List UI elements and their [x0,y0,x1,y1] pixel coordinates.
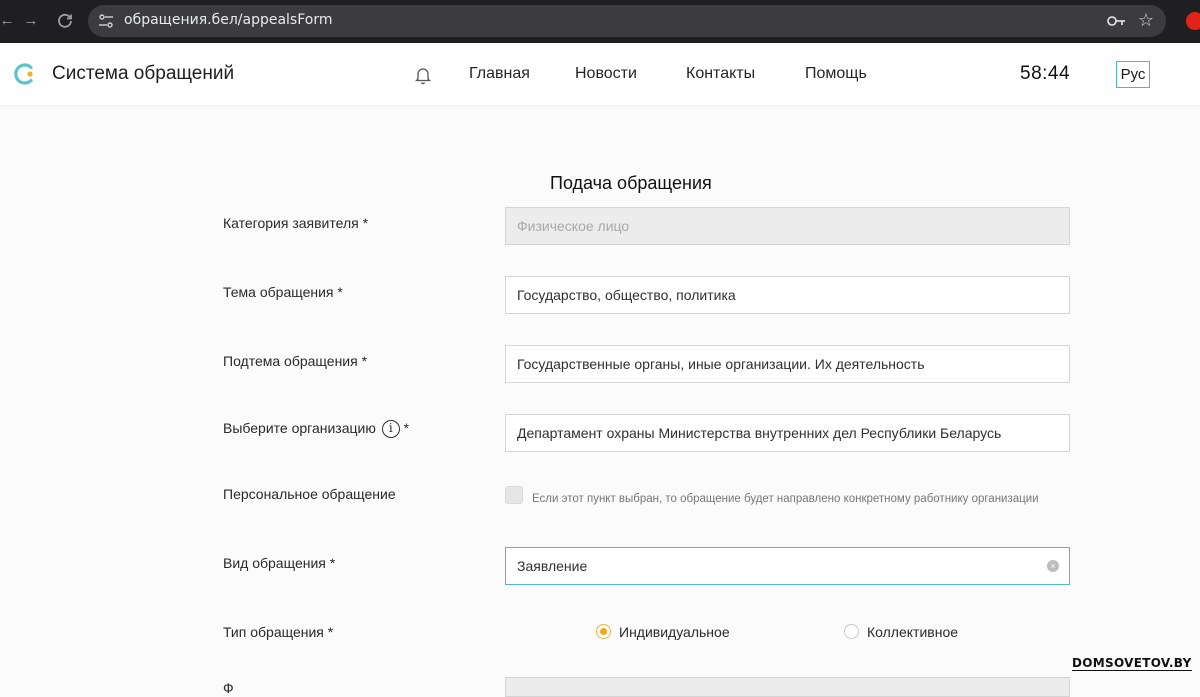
appeal-kind-select[interactable]: Заявление × [505,547,1070,585]
organization-label: Выберите организацию i * [223,420,410,439]
nav-link-help[interactable]: Помощь [805,65,867,83]
radio-collective-label[interactable]: Коллективное [867,624,958,640]
clear-icon[interactable]: × [1047,560,1059,572]
personal-appeal-label: Персональное обращение [223,486,396,502]
info-icon[interactable]: i [381,420,400,439]
personal-appeal-note: Если этот пункт выбран, то обращение буд… [532,493,1039,505]
watermark: DOMSOVETOV.BY [1072,656,1192,671]
browser-toolbar: ← → обращения.бел/appealsForm ☆ [0,0,1200,43]
radio-individual-label[interactable]: Индивидуальное [619,624,730,640]
logo-icon[interactable] [13,62,37,86]
organization-label-text: Выберите организацию [223,420,376,436]
appeal-kind-label: Вид обращения * [223,555,336,571]
radio-collective[interactable] [844,624,859,639]
appeal-type-label: Тип обращения * [223,624,334,640]
topic-label: Тема обращения * [223,284,343,300]
back-arrow-icon[interactable]: ← [0,10,18,32]
site-settings-icon[interactable] [98,13,114,29]
nav-link-news[interactable]: Новости [575,65,637,83]
topic-select[interactable]: Государство, общество, политика [505,276,1070,314]
applicant-category-label: Категория заявителя * [223,215,369,231]
organization-select[interactable]: Департамент охраны Министерства внутренн… [505,414,1070,452]
address-bar[interactable]: обращения.бел/appealsForm ☆ [88,5,1166,37]
reload-icon[interactable] [54,10,76,32]
url-text[interactable]: обращения.бел/appealsForm [124,12,333,28]
forward-arrow-icon[interactable]: → [20,10,42,32]
site-title[interactable]: Система обращений [52,63,234,85]
language-switch[interactable]: Рус [1116,61,1150,88]
form-title: Подача обращения [550,173,712,193]
password-key-icon[interactable] [1106,12,1126,30]
extension-icon[interactable] [1186,12,1200,30]
session-timer: 58:44 [1020,63,1071,84]
appeal-kind-value: Заявление [517,558,588,574]
site-header: Система обращений Главная Новости Контак… [0,43,1200,105]
applicant-category-field: Физическое лицо [505,207,1070,245]
notification-bell-icon[interactable] [414,65,432,85]
nav-link-home[interactable]: Главная [469,65,530,83]
required-mark: * [403,420,410,436]
next-row-field [505,677,1070,697]
radio-individual[interactable] [596,624,611,639]
personal-appeal-checkbox[interactable] [505,486,523,504]
bookmark-star-icon[interactable]: ☆ [1138,10,1154,31]
subtopic-select[interactable]: Государственные органы, иные организации… [505,345,1070,383]
nav-link-contacts[interactable]: Контакты [686,65,755,83]
next-row-label: Ф [223,680,234,696]
subtopic-label: Подтема обращения * [223,353,368,369]
